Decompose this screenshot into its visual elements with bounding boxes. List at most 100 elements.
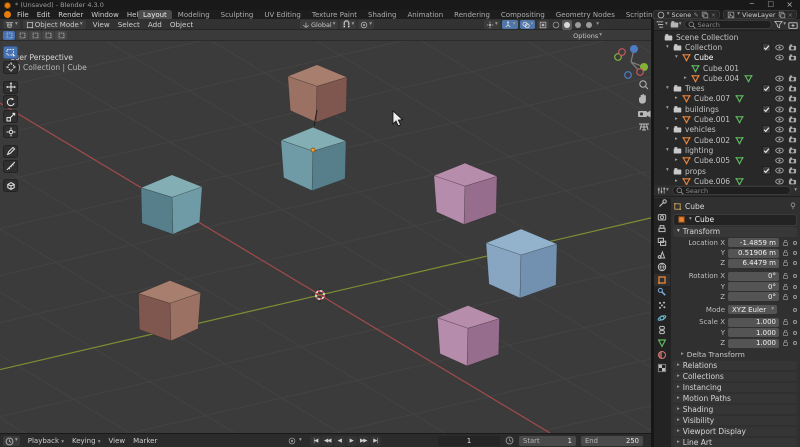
eye-toggle-icon[interactable] xyxy=(775,135,784,144)
viewport-menu-select[interactable]: Select xyxy=(114,20,144,29)
transform-value-field[interactable]: 0° xyxy=(728,292,779,301)
camera-toggle-icon[interactable] xyxy=(788,166,797,175)
properties-tab-data[interactable] xyxy=(654,337,670,350)
animate-dot[interactable] xyxy=(793,341,797,345)
frame-start-field[interactable]: Start1 xyxy=(519,436,576,446)
transform-value-field[interactable]: 1.000 xyxy=(728,318,779,327)
expand-arrow[interactable]: ▾ xyxy=(666,106,673,112)
eye-toggle-icon[interactable] xyxy=(775,166,784,175)
scene-selector[interactable]: ▾ Scene ✎× xyxy=(653,10,721,19)
current-frame-field[interactable]: 1 xyxy=(438,436,500,446)
outliner-display-mode-dropdown[interactable]: ▾ xyxy=(656,20,668,29)
eye-toggle-icon[interactable] xyxy=(775,156,784,165)
options-button[interactable]: Options▾ xyxy=(569,31,606,40)
camera-toggle-icon[interactable] xyxy=(788,125,797,134)
properties-editor-type-button[interactable]: ▾ xyxy=(657,186,669,195)
properties-options-dropdown[interactable]: ▾ xyxy=(794,188,797,194)
overlays-toggle[interactable]: ▾ xyxy=(520,20,536,29)
editor-type-button[interactable]: ▾ xyxy=(3,20,20,29)
expand-arrow[interactable]: ▾ xyxy=(675,55,682,61)
animate-dot[interactable] xyxy=(793,308,797,312)
select-mode-subtract[interactable] xyxy=(29,31,41,40)
properties-tab-physics[interactable] xyxy=(654,311,670,324)
check-toggle-icon[interactable] xyxy=(762,84,771,93)
outliner-row[interactable]: Scene Collection xyxy=(654,32,800,42)
animate-dot[interactable] xyxy=(793,274,797,278)
select-mode-extend[interactable] xyxy=(16,31,28,40)
check-toggle-icon[interactable] xyxy=(762,43,771,52)
outliner-row[interactable]: ▾buildings xyxy=(654,104,800,114)
camera-toggle-icon[interactable] xyxy=(788,84,797,93)
properties-tab-object[interactable] xyxy=(654,274,670,287)
shading-wireframe[interactable] xyxy=(551,20,561,30)
select-mode-intersect[interactable] xyxy=(55,31,67,40)
camera-toggle-icon[interactable] xyxy=(788,156,797,165)
timeline-menu-marker[interactable]: Marker xyxy=(129,437,161,445)
tool-scale[interactable] xyxy=(3,110,18,123)
lock-icon[interactable] xyxy=(782,329,790,337)
check-toggle-icon[interactable] xyxy=(762,146,771,155)
jump-to-start-button[interactable]: |◀ xyxy=(310,436,321,446)
menu-render[interactable]: Render xyxy=(54,11,87,19)
viewport-menu-object[interactable]: Object xyxy=(166,20,197,29)
transform-orientation-dropdown[interactable]: Global▾ xyxy=(300,20,338,29)
shading-solid[interactable] xyxy=(562,20,572,30)
expand-arrow[interactable]: ▾ xyxy=(666,168,673,174)
outliner-row[interactable]: ▸Cube.005 xyxy=(654,156,800,166)
app-menu-icon[interactable] xyxy=(4,11,11,18)
outliner-search-input[interactable] xyxy=(698,21,769,29)
transform-value-field[interactable]: 1.000 xyxy=(728,328,779,337)
section-shading[interactable]: ▸Shading xyxy=(673,405,797,415)
shading-rendered[interactable] xyxy=(584,20,594,30)
minimize-button[interactable]: ─ xyxy=(750,0,754,8)
tool-annotate[interactable] xyxy=(3,145,18,158)
check-toggle-icon[interactable] xyxy=(762,105,771,114)
tool-measure[interactable] xyxy=(3,160,18,173)
transform-value-field[interactable]: 0.51906 m xyxy=(728,249,779,258)
camera-toggle-icon[interactable] xyxy=(788,74,797,83)
properties-tab-view-layer[interactable] xyxy=(654,236,670,249)
lock-icon[interactable] xyxy=(782,249,790,257)
menu-window[interactable]: Window xyxy=(87,11,123,19)
properties-tab-modifiers[interactable] xyxy=(654,286,670,299)
transform-value-field[interactable]: 6.4479 m xyxy=(728,259,779,268)
camera-toggle-icon[interactable] xyxy=(788,115,797,124)
outliner-row[interactable]: ▾Trees xyxy=(654,83,800,93)
camera-toggle-icon[interactable] xyxy=(788,43,797,52)
auto-keying-toggle[interactable] xyxy=(286,436,297,446)
delta-transform-section[interactable]: ▸Delta Transform xyxy=(673,349,797,359)
expand-arrow[interactable]: ▾ xyxy=(666,127,673,133)
eye-toggle-icon[interactable] xyxy=(775,84,784,93)
rotation-mode-dropdown[interactable]: XYZ Euler▾ xyxy=(728,305,777,314)
eye-toggle-icon[interactable] xyxy=(775,53,784,62)
outliner-filter-id-dropdown[interactable]: ▾ xyxy=(670,20,682,29)
lock-icon[interactable] xyxy=(782,283,790,291)
camera-toggle-icon[interactable] xyxy=(788,146,797,155)
camera-toggle-icon[interactable] xyxy=(788,177,797,185)
expand-arrow[interactable]: ▸ xyxy=(675,96,682,102)
eye-toggle-icon[interactable] xyxy=(775,125,784,134)
expand-arrow[interactable]: ▾ xyxy=(666,45,673,51)
eye-toggle-icon[interactable] xyxy=(775,74,784,83)
properties-tab-texture[interactable] xyxy=(654,362,670,375)
proportional-editing-toggle[interactable]: ▾ xyxy=(358,20,374,29)
outliner-row[interactable]: ▾Cube xyxy=(654,53,800,63)
pivot-point-dropdown[interactable]: ▾ xyxy=(484,20,500,29)
outliner-row[interactable]: ▸Cube.002 xyxy=(654,135,800,145)
menu-edit[interactable]: Edit xyxy=(33,11,55,19)
lock-icon[interactable] xyxy=(782,339,790,347)
preview-range-icon[interactable] xyxy=(505,436,514,445)
lock-icon[interactable] xyxy=(782,293,790,301)
camera-toggle-icon[interactable] xyxy=(788,53,797,62)
outliner-row[interactable]: ▾lighting xyxy=(654,145,800,155)
gizmos-toggle[interactable]: ▾ xyxy=(502,20,518,29)
outliner-row[interactable]: ▸Cube.001 xyxy=(654,114,800,124)
animate-dot[interactable] xyxy=(793,251,797,255)
select-mode-set[interactable] xyxy=(3,31,15,40)
viewport-menu-view[interactable]: View xyxy=(89,20,114,29)
animate-dot[interactable] xyxy=(793,285,797,289)
camera-toggle-icon[interactable] xyxy=(788,135,797,144)
jump-to-end-button[interactable]: ▶| xyxy=(370,436,381,446)
new-collection-button[interactable] xyxy=(788,20,798,30)
eye-toggle-icon[interactable] xyxy=(775,177,784,185)
